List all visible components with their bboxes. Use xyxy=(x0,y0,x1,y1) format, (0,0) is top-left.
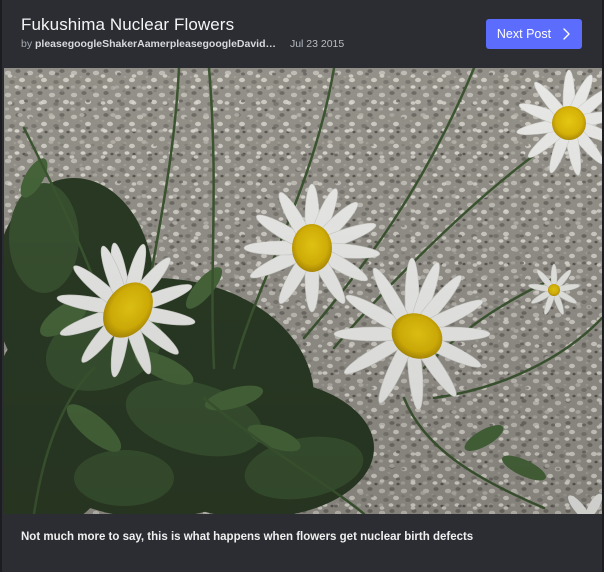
post-caption: Not much more to say, this is what happe… xyxy=(2,514,602,572)
post-card: Fukushima Nuclear Flowers by pleasegoogl… xyxy=(0,0,604,572)
post-title: Fukushima Nuclear Flowers xyxy=(21,15,235,34)
by-label: by xyxy=(21,38,33,50)
post-header: Fukushima Nuclear Flowers by pleasegoogl… xyxy=(2,0,602,68)
next-post-button[interactable]: Next Post xyxy=(486,19,582,49)
post-date: Jul 23 2015 xyxy=(289,38,345,50)
author-link[interactable]: pleasegoogleShakerAamerpleasegoogleDavid… xyxy=(35,38,278,50)
chevron-right-icon xyxy=(563,28,570,40)
post-image xyxy=(4,68,602,514)
daisy-photo xyxy=(4,68,602,514)
caption-text: Not much more to say, this is what happe… xyxy=(21,531,474,543)
next-post-label: Next Post xyxy=(496,27,552,41)
post-meta: by pleasegoogleShakerAamerpleasegoogleDa… xyxy=(21,38,344,50)
